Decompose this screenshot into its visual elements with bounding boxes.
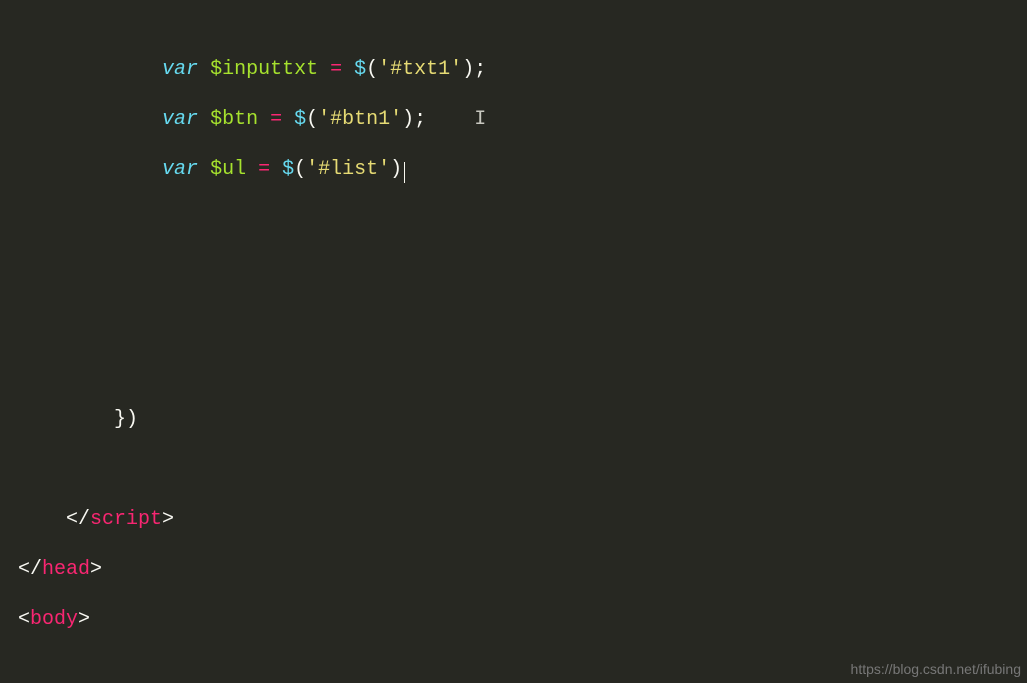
code-line: var $ul = $('#list') <box>18 157 1027 182</box>
code-line: </script> <box>18 507 1027 532</box>
code-line <box>18 357 1027 382</box>
code-line <box>18 457 1027 482</box>
code-line: </head> <box>18 557 1027 582</box>
watermark-text: https://blog.csdn.net/ifubing <box>851 661 1021 677</box>
code-line: <body> <box>18 607 1027 632</box>
code-line: var $inputtxt = $('#txt1'); <box>18 57 1027 82</box>
code-line <box>18 307 1027 332</box>
code-editor[interactable]: var $inputtxt = $('#txt1'); var $btn = $… <box>0 0 1027 683</box>
keyword-var: var <box>162 58 198 81</box>
code-line <box>18 257 1027 282</box>
code-line: var $btn = $('#btn1'); I <box>18 107 1027 132</box>
identifier: $inputtxt <box>210 58 318 81</box>
code-line: }) <box>18 407 1027 432</box>
code-line <box>18 207 1027 232</box>
caret-icon <box>404 162 405 183</box>
text-cursor-icon: I <box>474 108 486 131</box>
